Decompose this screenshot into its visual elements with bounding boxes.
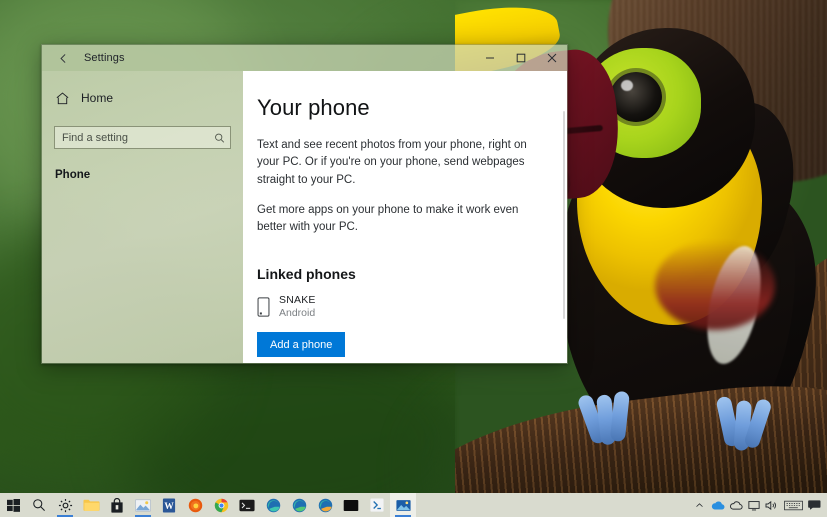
- volume-icon[interactable]: [763, 493, 780, 517]
- photos-button[interactable]: [130, 493, 156, 517]
- search-input[interactable]: [55, 127, 230, 148]
- svg-text:W: W: [164, 501, 174, 511]
- settings-content: Your phone Text and see recent photos fr…: [243, 71, 567, 363]
- close-button[interactable]: [536, 45, 567, 71]
- terminal-button[interactable]: [234, 493, 260, 517]
- chrome-button[interactable]: [208, 493, 234, 517]
- search-icon: [214, 132, 225, 143]
- back-arrow-icon[interactable]: [42, 45, 84, 71]
- window-body: Home Phone Your phone Text and see recen…: [42, 71, 567, 363]
- edge-dev-button[interactable]: [286, 493, 312, 517]
- settings-sidebar: Home Phone: [42, 71, 243, 363]
- cloud-icon[interactable]: [727, 493, 744, 517]
- sidebar-home-label: Home: [81, 91, 114, 105]
- device-name: SNAKE: [279, 294, 316, 307]
- sidebar-item-home[interactable]: Home: [42, 83, 243, 113]
- toucan-eye: [610, 72, 662, 122]
- description-paragraph: Get more apps on your phone to make it w…: [257, 203, 519, 233]
- maximize-button[interactable]: [505, 45, 536, 71]
- add-a-phone-button[interactable]: Add a phone: [257, 332, 346, 358]
- start-button[interactable]: [0, 493, 26, 517]
- word-button[interactable]: W: [156, 493, 182, 517]
- toucan-toe: [609, 390, 630, 443]
- settings-taskbar-button[interactable]: [52, 493, 78, 517]
- microsoft-store-button[interactable]: [104, 493, 130, 517]
- photos-viewer-button[interactable]: [390, 493, 416, 517]
- edge-button[interactable]: [260, 493, 286, 517]
- edge-beta-button[interactable]: [312, 493, 338, 517]
- sidebar-category-phone: Phone: [55, 169, 91, 181]
- home-icon: [55, 91, 70, 106]
- action-center-icon[interactable]: [806, 493, 823, 517]
- toucan-foot-right: [715, 395, 780, 462]
- taskbar-items: W: [0, 493, 416, 517]
- settings-window: Settings Home Find a setting Phone Your …: [41, 44, 568, 364]
- window-titlebar: Settings: [42, 45, 567, 71]
- description-paragraph: Text and see recent photos from your pho…: [257, 139, 527, 186]
- taskbar: W: [0, 493, 827, 517]
- toucan-foot-left: [576, 389, 646, 457]
- content-scrollbar[interactable]: [563, 111, 565, 319]
- search-button[interactable]: [26, 493, 52, 517]
- linked-phones-heading: Linked phones: [257, 266, 356, 283]
- window-title: Settings: [84, 52, 125, 64]
- onedrive-icon[interactable]: [709, 493, 726, 517]
- powershell-button[interactable]: [364, 493, 390, 517]
- search-box[interactable]: [54, 126, 231, 149]
- console-button[interactable]: [338, 493, 364, 517]
- system-tray: [691, 493, 827, 517]
- minimize-button[interactable]: [474, 45, 505, 71]
- linked-device-row[interactable]: SNAKE Android: [257, 294, 567, 319]
- phone-icon: [257, 297, 270, 317]
- device-os: Android: [279, 307, 316, 320]
- touch-keyboard-icon[interactable]: [781, 493, 805, 517]
- file-explorer-button[interactable]: [78, 493, 104, 517]
- page-title: Your phone: [257, 95, 370, 120]
- toucan-bib-red-edge: [655, 240, 775, 330]
- network-icon[interactable]: [745, 493, 762, 517]
- firefox-button[interactable]: [182, 493, 208, 517]
- show-hidden-icons-button[interactable]: [691, 493, 708, 517]
